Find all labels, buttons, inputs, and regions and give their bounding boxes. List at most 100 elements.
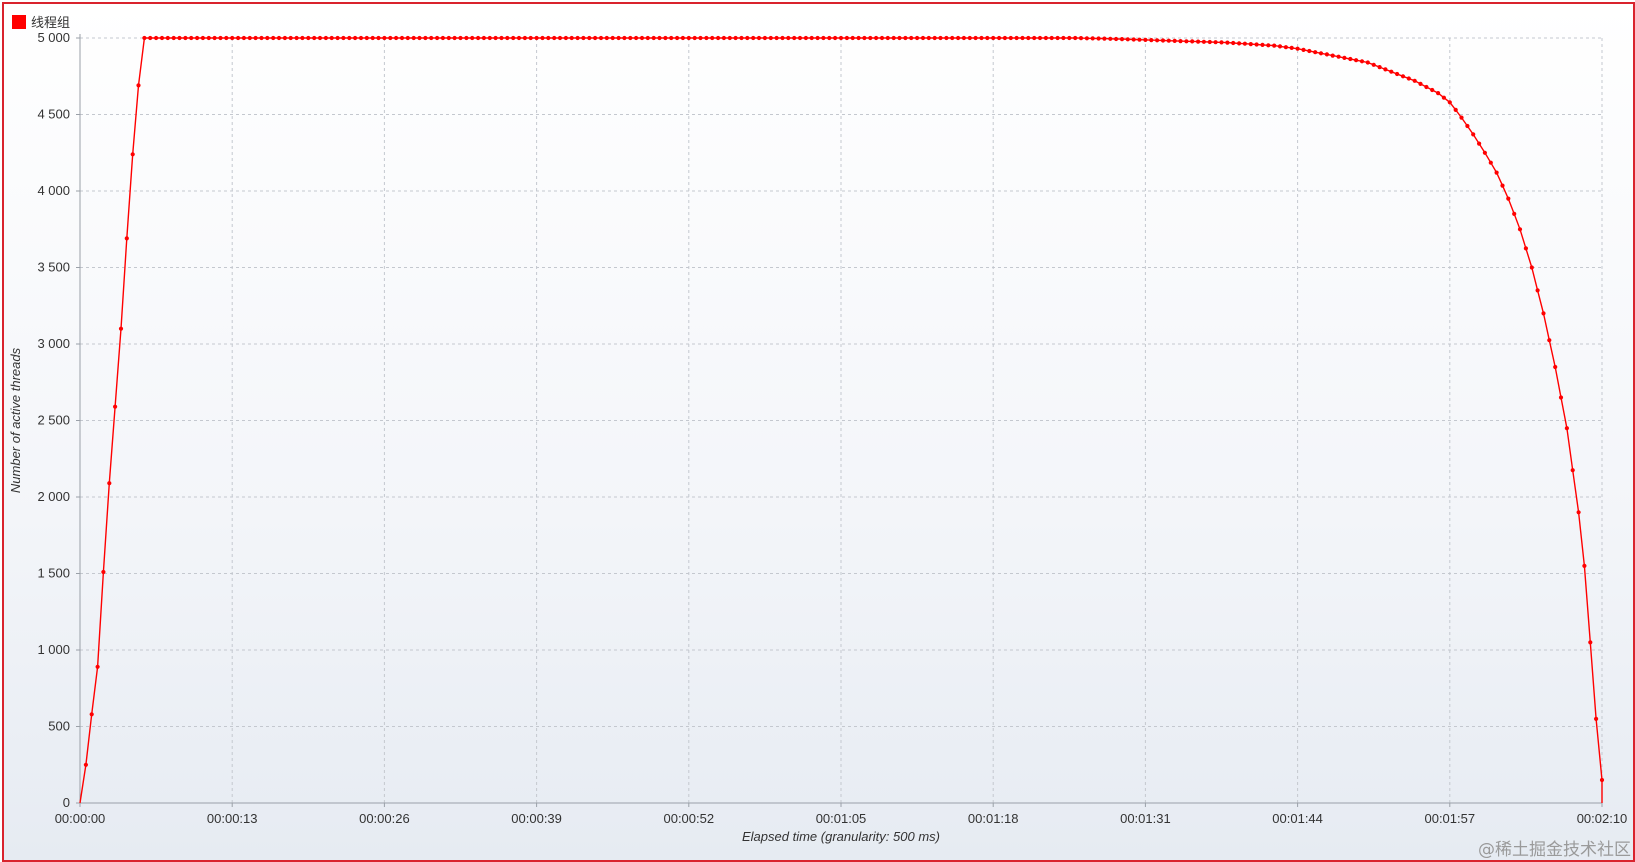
data-point: [1459, 115, 1464, 120]
data-point: [1008, 35, 1013, 41]
data-point: [815, 35, 820, 41]
data-point: [101, 569, 106, 575]
data-point: [1354, 58, 1359, 63]
data-point: [1090, 36, 1095, 41]
data-point: [675, 35, 680, 41]
data-point: [1260, 42, 1265, 48]
data-point: [1389, 69, 1394, 74]
data-point: [1588, 640, 1593, 645]
data-point: [353, 35, 358, 41]
y-tick-label: 2 500: [37, 413, 70, 428]
data-point: [1149, 38, 1154, 43]
data-point: [628, 35, 633, 41]
data-point: [499, 35, 504, 41]
data-point: [83, 762, 88, 767]
data-point: [1078, 36, 1084, 41]
data-point: [189, 35, 194, 41]
data-point: [1155, 38, 1160, 43]
data-point: [394, 35, 399, 41]
x-tick-label: 00:01:57: [1424, 811, 1475, 826]
data-point: [405, 35, 410, 41]
data-point: [844, 35, 850, 41]
data-point: [370, 35, 375, 41]
data-point: [856, 35, 861, 41]
data-point: [1219, 40, 1224, 45]
data-point: [581, 35, 586, 41]
data-point: [1471, 132, 1476, 137]
data-point: [288, 35, 293, 41]
data-point: [593, 35, 598, 41]
data-point: [1160, 38, 1166, 43]
y-tick-label: 3 500: [37, 260, 70, 275]
data-point: [1430, 87, 1435, 93]
data-point: [663, 35, 668, 41]
data-point: [399, 35, 405, 41]
data-point: [897, 35, 902, 41]
data-point: [756, 35, 762, 41]
data-point: [991, 35, 996, 41]
data-point: [236, 35, 241, 41]
data-point: [1037, 35, 1043, 41]
data-point: [563, 35, 569, 41]
data-point: [809, 35, 814, 41]
data-point: [195, 35, 200, 41]
data-point: [1482, 150, 1487, 155]
data-point: [148, 35, 153, 41]
data-point: [200, 35, 205, 41]
data-point: [786, 35, 791, 41]
data-point: [323, 35, 328, 41]
data-point: [1114, 36, 1119, 42]
data-point: [218, 35, 223, 41]
data-point: [1436, 91, 1441, 96]
data-point: [1488, 160, 1493, 165]
data-point: [528, 35, 533, 41]
data-point: [341, 35, 346, 41]
data-point: [950, 35, 955, 41]
data-point: [1032, 35, 1037, 41]
line-chart: 0 500 1 000 1 500 2 000 2 500 3 000 3 500 4 000 4…: [8, 30, 1628, 844]
data-point: [382, 35, 387, 41]
data-point: [780, 35, 785, 41]
y-tick-label: 1 500: [37, 566, 70, 581]
data-point: [716, 35, 721, 41]
data-point: [1201, 39, 1206, 44]
data-point: [446, 35, 451, 41]
data-point: [300, 35, 305, 41]
data-point: [1324, 52, 1329, 57]
data-point: [997, 35, 1002, 41]
data-point: [833, 35, 838, 41]
data-point: [1477, 141, 1482, 146]
data-point: [797, 35, 803, 41]
data-point: [206, 35, 211, 41]
data-point: [452, 35, 457, 41]
data-point: [1289, 45, 1294, 51]
data-point: [1043, 35, 1048, 41]
data-point: [1447, 100, 1452, 105]
data-point: [1178, 39, 1183, 44]
data-point: [1184, 39, 1189, 44]
data-point: [634, 35, 639, 41]
data-point: [1541, 311, 1546, 316]
data-point: [1143, 37, 1148, 43]
data-point: [347, 35, 352, 41]
x-tick-label: 00:02:10: [1577, 811, 1628, 826]
data-point: [587, 35, 592, 41]
data-point: [265, 35, 270, 41]
data-point: [1207, 39, 1212, 45]
data-point: [920, 35, 926, 41]
data-point: [1190, 39, 1195, 44]
data-point: [1084, 36, 1089, 41]
data-point: [177, 35, 182, 41]
data-point: [1002, 35, 1008, 41]
data-point: [751, 35, 756, 41]
data-point: [113, 404, 118, 409]
data-point: [792, 35, 797, 41]
data-point: [973, 35, 978, 41]
data-point: [944, 35, 949, 41]
data-point: [159, 35, 165, 41]
x-axis-label: Elapsed time (granularity: 500 ms): [742, 829, 940, 844]
data-point: [1558, 395, 1564, 400]
data-point: [1026, 35, 1031, 41]
data-point: [522, 35, 528, 41]
data-point: [575, 35, 580, 41]
